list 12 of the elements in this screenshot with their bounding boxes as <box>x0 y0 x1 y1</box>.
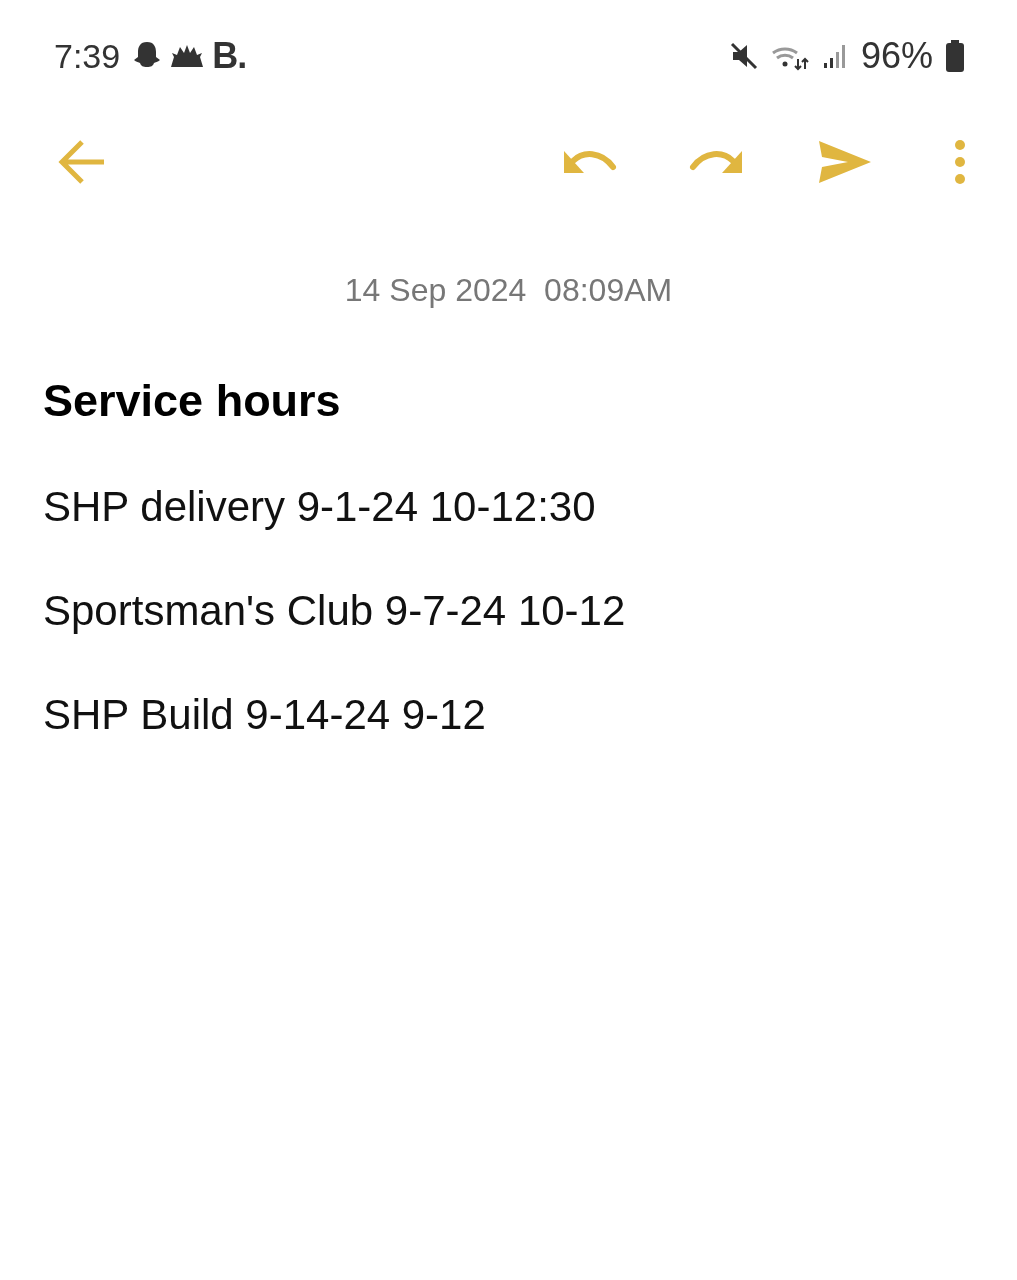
note-line: SHP delivery 9-1-24 10-12:30 <box>43 483 597 531</box>
note-line: Sportsman's Club 9-7-24 10-12 <box>43 587 627 635</box>
send-icon[interactable] <box>817 139 873 185</box>
clock-time: 7:39 <box>54 36 121 76</box>
battery-icon <box>945 40 965 72</box>
note-title: Service hours <box>43 375 342 427</box>
app-letter: B. <box>212 35 247 77</box>
note-date: 14 Sep 2024 08:09AM <box>343 272 674 309</box>
mute-icon <box>728 41 759 71</box>
more-icon[interactable] <box>953 139 967 185</box>
battery-percent: 96% <box>860 35 933 77</box>
note-line: SHP Build 9-14-24 9-12 <box>43 691 487 739</box>
